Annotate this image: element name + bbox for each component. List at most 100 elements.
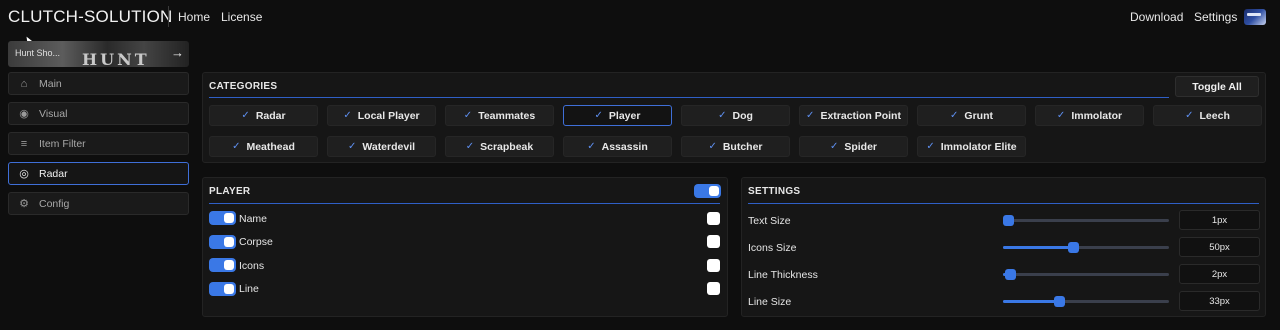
nav-home-link[interactable]: Home bbox=[178, 10, 210, 24]
radar-icon: ◎ bbox=[19, 168, 29, 180]
check-icon: ✓ bbox=[829, 141, 839, 152]
category-teammates[interactable]: ✓ Teammates bbox=[445, 105, 554, 126]
player-title: PLAYER bbox=[209, 186, 251, 197]
slider-fill bbox=[1003, 300, 1060, 303]
flag-icon[interactable] bbox=[1244, 9, 1266, 25]
category-butcher[interactable]: ✓ Butcher bbox=[681, 136, 790, 157]
setting-label-icons-size: Icons Size bbox=[748, 242, 797, 254]
icons-size-slider[interactable] bbox=[1003, 242, 1169, 253]
sidebar-item-visual[interactable]: ◉ Visual bbox=[8, 102, 189, 125]
settings-divider bbox=[748, 203, 1259, 204]
corpse-checkbox[interactable] bbox=[707, 235, 720, 248]
category-leech[interactable]: ✓ Leech bbox=[1153, 105, 1262, 126]
category-player[interactable]: ✓ Player bbox=[563, 105, 672, 126]
line-thickness-slider[interactable] bbox=[1003, 269, 1169, 280]
category-scrapbeak[interactable]: ✓ Scrapbeak bbox=[445, 136, 554, 157]
icons-checkbox[interactable] bbox=[707, 259, 720, 272]
slider-thumb[interactable] bbox=[1067, 242, 1079, 253]
category-label: Grunt bbox=[964, 109, 993, 122]
category-label: Assassin bbox=[601, 140, 648, 153]
check-icon: ✓ bbox=[1056, 110, 1066, 121]
sidebar-item-label: Item Filter bbox=[39, 137, 86, 150]
toggle-all-button[interactable]: Toggle All bbox=[1175, 76, 1259, 97]
setting-label-text-size: Text Size bbox=[748, 215, 791, 227]
category-label: Extraction Point bbox=[820, 109, 901, 122]
top-nav: CLUTCH-SOLUTION Home License Download Se… bbox=[0, 0, 1280, 34]
category-radar[interactable]: ✓ Radar bbox=[209, 105, 318, 126]
slider-fill bbox=[1003, 246, 1073, 249]
line-size-slider[interactable] bbox=[1003, 296, 1169, 307]
slider-thumb[interactable] bbox=[1054, 296, 1066, 307]
check-icon: ✓ bbox=[708, 141, 717, 152]
settings-title: SETTINGS bbox=[748, 186, 801, 197]
brand-divider bbox=[168, 6, 169, 27]
categories-divider bbox=[209, 97, 1169, 98]
home-icon: ⌂ bbox=[20, 77, 28, 90]
name-checkbox[interactable] bbox=[707, 212, 720, 225]
check-icon: ✓ bbox=[594, 110, 603, 121]
setting-label-line-size: Line Size bbox=[748, 296, 792, 308]
category-label: Local Player bbox=[357, 109, 420, 122]
game-logo: HUNT bbox=[82, 50, 150, 67]
check-icon: ✓ bbox=[926, 141, 935, 152]
category-local-player[interactable]: ✓ Local Player bbox=[327, 105, 436, 126]
text-size-value: 1px bbox=[1179, 210, 1260, 230]
sidebar-item-label: Config bbox=[39, 197, 70, 210]
category-immolator[interactable]: ✓ Immolator bbox=[1035, 105, 1144, 126]
brand-title[interactable]: CLUTCH-SOLUTION bbox=[8, 7, 173, 27]
sidebar-item-label: Radar bbox=[39, 167, 68, 180]
list-icon: ≡ bbox=[20, 137, 28, 150]
line-toggle[interactable] bbox=[209, 282, 236, 296]
sidebar-item-item-filter[interactable]: ≡ Item Filter bbox=[8, 132, 189, 155]
category-assassin[interactable]: ✓ Assassin bbox=[563, 136, 672, 157]
player-panel bbox=[202, 177, 728, 317]
category-grunt[interactable]: ✓ Grunt bbox=[917, 105, 1026, 126]
check-icon: ✓ bbox=[1185, 110, 1194, 121]
sidebar-item-label: Visual bbox=[39, 107, 68, 120]
slider-thumb[interactable] bbox=[1002, 215, 1014, 226]
option-label-corpse: Corpse bbox=[239, 236, 273, 248]
nav-settings-link[interactable]: Settings bbox=[1194, 10, 1237, 24]
check-icon: ✓ bbox=[806, 110, 815, 121]
text-size-slider[interactable] bbox=[1002, 215, 1169, 226]
player-master-toggle[interactable] bbox=[694, 184, 721, 198]
icons-size-value: 50px bbox=[1179, 237, 1260, 257]
check-icon: ✓ bbox=[587, 141, 596, 152]
sidebar-item-radar[interactable]: ◎ Radar bbox=[8, 162, 189, 185]
game-card[interactable]: Hunt Sho... HUNT → bbox=[8, 41, 189, 67]
category-immolator-elite[interactable]: ✓ Immolator Elite bbox=[917, 136, 1026, 157]
category-label: Spider bbox=[844, 140, 878, 153]
category-label: Teammates bbox=[478, 109, 536, 122]
option-label-line: Line bbox=[239, 283, 259, 295]
check-icon: ✓ bbox=[347, 141, 357, 152]
categories-title: CATEGORIES bbox=[209, 81, 278, 92]
sidebar-item-main[interactable]: ⌂ Main bbox=[8, 72, 189, 95]
game-name: Hunt Sho... bbox=[15, 48, 61, 58]
check-icon: ✓ bbox=[718, 110, 727, 121]
category-extraction-point[interactable]: ✓ Extraction Point bbox=[799, 105, 908, 126]
category-label: Waterdevil bbox=[362, 140, 416, 153]
category-label: Player bbox=[608, 109, 641, 122]
sidebar-item-label: Main bbox=[39, 77, 62, 90]
nav-license-link[interactable]: License bbox=[221, 10, 262, 24]
player-divider bbox=[209, 203, 720, 204]
option-label-name: Name bbox=[239, 213, 268, 225]
category-spider[interactable]: ✓ Spider bbox=[799, 136, 908, 157]
category-label: Immolator Elite bbox=[940, 140, 1017, 153]
category-meathead[interactable]: ✓ Meathead bbox=[209, 136, 318, 157]
nav-download-link[interactable]: Download bbox=[1130, 10, 1183, 24]
check-icon: ✓ bbox=[950, 110, 959, 121]
eye-icon: ◉ bbox=[19, 108, 29, 120]
name-toggle[interactable] bbox=[209, 211, 236, 225]
setting-label-line-thickness: Line Thickness bbox=[748, 269, 818, 281]
category-dog[interactable]: ✓ Dog bbox=[681, 105, 790, 126]
option-label-icons: Icons bbox=[239, 260, 265, 272]
slider-thumb[interactable] bbox=[1004, 269, 1016, 280]
category-waterdevil[interactable]: ✓ Waterdevil bbox=[327, 136, 436, 157]
arrow-right-icon: → bbox=[171, 45, 184, 60]
icons-toggle[interactable] bbox=[209, 258, 236, 272]
line-checkbox[interactable] bbox=[707, 282, 720, 295]
sidebar-item-config[interactable]: ⚙ Config bbox=[8, 192, 189, 215]
corpse-toggle[interactable] bbox=[209, 235, 236, 249]
category-label: Meathead bbox=[246, 140, 295, 153]
